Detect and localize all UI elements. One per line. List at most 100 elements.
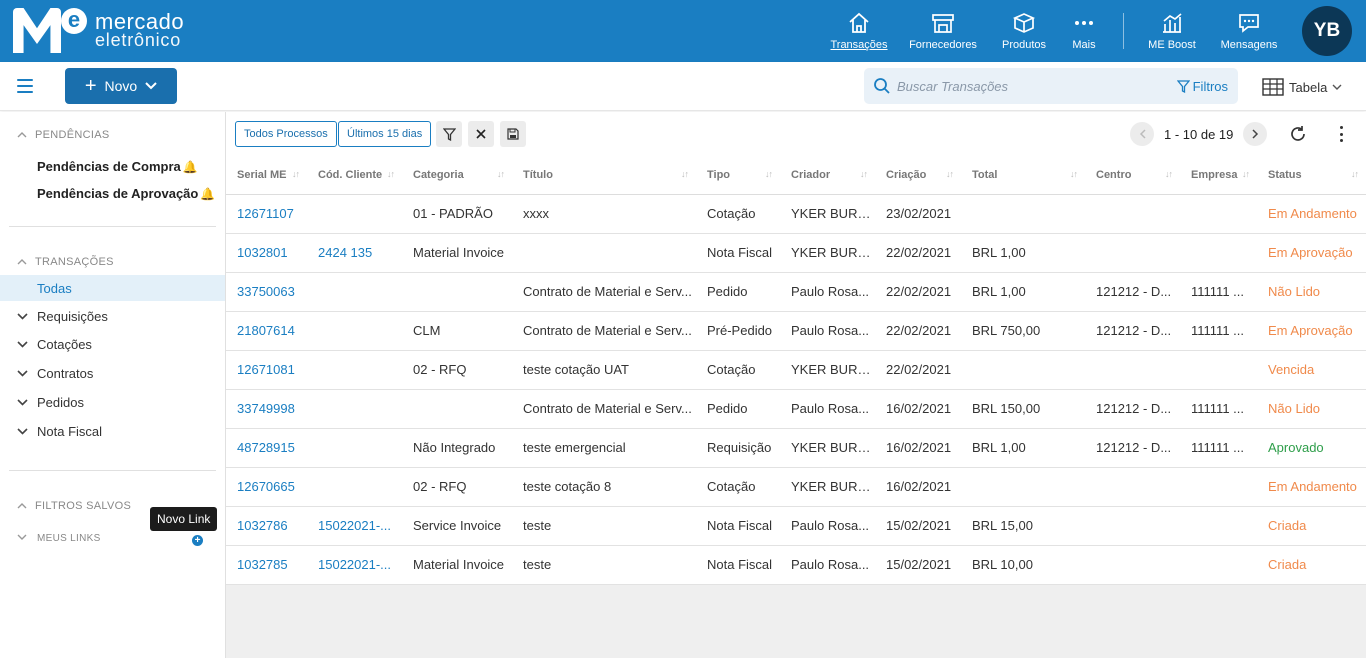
cell-serial[interactable]: 12671081 (226, 350, 307, 390)
table-row[interactable]: 1032785 15022021-... Material Invoice teste… (226, 545, 1366, 585)
sort-icon[interactable]: ↓↑ (1165, 169, 1173, 179)
sidebar-item-contratos[interactable]: Contratos (17, 366, 93, 381)
cell-empresa (1180, 233, 1257, 273)
column-header[interactable]: Criação ↓↑ (875, 156, 961, 195)
section-meus-links[interactable]: MEUS LINKS (17, 533, 101, 544)
sidebar-item-pendencias-compra[interactable]: Pendências de Compra 🔔 (37, 159, 198, 174)
table-row[interactable]: 12670665 02 - RFQ teste cotação 8 Cotação YK… (226, 467, 1366, 507)
next-page-button[interactable] (1243, 122, 1268, 146)
sort-icon[interactable]: ↓↑ (1070, 169, 1078, 179)
column-header[interactable]: Título ↓↑ (512, 156, 696, 195)
table-row[interactable]: 1032786 15022021-... Service Invoice teste N… (226, 506, 1366, 546)
cell-serial[interactable]: 33750063 (226, 272, 307, 312)
sort-icon[interactable]: ↓↑ (860, 169, 868, 179)
clear-filters-button[interactable] (468, 121, 494, 147)
column-header[interactable]: Total ↓↑ (961, 156, 1085, 195)
cell-cod[interactable] (307, 428, 402, 468)
sidebar-item-nota-fiscal[interactable]: Nota Fiscal (17, 424, 102, 439)
table-row[interactable]: 12671107 01 - PADRÃO xxxx Cotação YKER BURU.… (226, 194, 1366, 234)
cell-serial[interactable]: 12670665 (226, 467, 307, 507)
column-header[interactable]: Criador ↓↑ (780, 156, 875, 195)
save-filter-button[interactable] (500, 121, 526, 147)
table-row[interactable]: 48728915 Não Integrado teste emergencial Re… (226, 428, 1366, 468)
column-header[interactable]: Status ↓↑ (1257, 156, 1366, 195)
cell-serial[interactable]: 1032786 (226, 506, 307, 546)
refresh-icon[interactable] (1289, 125, 1307, 143)
add-link-icon[interactable]: + (192, 535, 203, 546)
section-pendencias[interactable]: PENDÊNCIAS (17, 129, 110, 141)
sidebar-item-pedidos[interactable]: Pedidos (17, 395, 84, 410)
cell-cod[interactable]: 15022021-... (307, 545, 402, 585)
cell-criacao: 16/02/2021 (875, 467, 961, 507)
sort-icon[interactable]: ↓↑ (1351, 169, 1359, 179)
cell-criador: Paulo Rosa... (780, 545, 875, 585)
cell-cod[interactable] (307, 194, 402, 234)
cell-serial[interactable]: 48728915 (226, 428, 307, 468)
chip-todos-processos[interactable]: Todos Processos (235, 121, 337, 147)
sidebar-item-todas[interactable]: Todas (0, 275, 225, 301)
sort-icon[interactable]: ↓↑ (292, 169, 300, 179)
chevron-up-icon (17, 257, 27, 268)
nav-produtos[interactable]: Produtos (1000, 0, 1048, 62)
cell-serial[interactable]: 33749998 (226, 389, 307, 429)
sort-icon[interactable]: ↓↑ (765, 169, 773, 179)
nav-mais[interactable]: Mais (1068, 0, 1100, 62)
nav-mensagens[interactable]: Mensagens (1220, 0, 1278, 62)
sort-icon[interactable]: ↓↑ (387, 169, 395, 179)
cell-categoria: 02 - RFQ (402, 467, 512, 507)
cell-tipo: Cotação (696, 467, 780, 507)
user-avatar[interactable]: YB (1302, 6, 1352, 56)
chip-ultimos-15-dias[interactable]: Últimos 15 dias (338, 121, 432, 147)
view-toggle-tabela[interactable]: Tabela (1262, 78, 1342, 96)
sidebar-item-pendencias-aprovacao[interactable]: Pendências de Aprovação 🔔 (37, 186, 215, 201)
sidebar-item-requisicoes[interactable]: Requisições (17, 309, 108, 324)
cell-cod[interactable] (307, 311, 402, 351)
filtros-button[interactable]: Filtros (1176, 79, 1228, 94)
cell-serial[interactable]: 1032801 (226, 233, 307, 273)
column-header[interactable]: Centro ↓↑ (1085, 156, 1180, 195)
cell-categoria: 01 - PADRÃO (402, 194, 512, 234)
column-header[interactable]: Categoria ↓↑ (402, 156, 512, 195)
column-header[interactable]: Tipo ↓↑ (696, 156, 780, 195)
sort-icon[interactable]: ↓↑ (1242, 169, 1250, 179)
novo-button[interactable]: + Novo (65, 68, 177, 104)
filter-button[interactable] (436, 121, 462, 147)
table-row[interactable]: 12671081 02 - RFQ teste cotação UAT Cotação… (226, 350, 1366, 390)
table-row[interactable]: 1032801 2424 135 Material Invoice Nota Fisc… (226, 233, 1366, 273)
cell-cod[interactable]: 2424 135 (307, 233, 402, 273)
column-header[interactable]: Empresa ↓↑ (1180, 156, 1257, 195)
table-row[interactable]: 33750063 Contrato de Material e Serv... Pe… (226, 272, 1366, 312)
cell-serial[interactable]: 1032785 (226, 545, 307, 585)
sort-icon[interactable]: ↓↑ (681, 169, 689, 179)
cell-cod[interactable] (307, 350, 402, 390)
column-header[interactable]: Serial ME ↓↑ (226, 156, 307, 195)
nav-me-boost[interactable]: ME Boost (1146, 0, 1198, 62)
section-transacoes[interactable]: TRANSAÇÕES (17, 256, 114, 268)
table-row[interactable]: 33749998 Contrato de Material e Serv... Pe… (226, 389, 1366, 429)
divider (9, 470, 216, 471)
cell-cod[interactable]: 15022021-... (307, 506, 402, 546)
cell-serial[interactable]: 21807614 (226, 311, 307, 351)
sort-icon[interactable]: ↓↑ (497, 169, 505, 179)
cell-titulo: teste (512, 545, 696, 585)
mercado-eletronico-logo[interactable]: e mercado eletrônico (13, 8, 184, 53)
cell-cod[interactable] (307, 389, 402, 429)
column-header[interactable]: Cód. Cliente ↓↑ (307, 156, 402, 195)
table-row[interactable]: 21807614 CLM Contrato de Material e Serv..… (226, 311, 1366, 351)
more-vertical-icon[interactable] (1340, 126, 1344, 142)
cell-cod[interactable] (307, 467, 402, 507)
cell-empresa (1180, 506, 1257, 546)
search-bar[interactable]: Buscar Transações Filtros (864, 68, 1238, 104)
cell-serial[interactable]: 12671107 (226, 194, 307, 234)
sort-icon[interactable]: ↓↑ (946, 169, 954, 179)
cell-cod[interactable] (307, 272, 402, 312)
section-filtros-salvos[interactable]: FILTROS SALVOS (17, 500, 131, 512)
menu-icon[interactable] (17, 79, 33, 93)
chevron-down-icon (1332, 84, 1342, 90)
nav-transacoes[interactable]: Transações (830, 0, 888, 62)
nav-fornecedores[interactable]: Fornecedores (909, 0, 977, 62)
sidebar-item-cotacoes[interactable]: Cotações (17, 337, 92, 352)
search-input[interactable]: Buscar Transações (897, 79, 1177, 94)
prev-page-button[interactable] (1130, 122, 1154, 146)
cell-categoria: Service Invoice (402, 506, 512, 546)
